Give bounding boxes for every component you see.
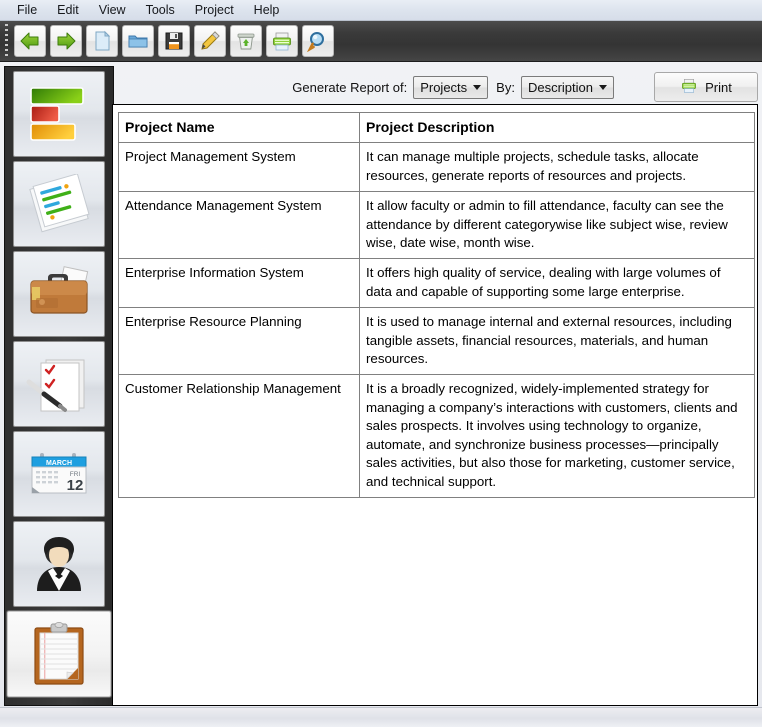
column-header-project-description: Project Description	[359, 111, 755, 144]
toolbar-search-button[interactable]	[302, 25, 334, 57]
report-of-value: Projects	[420, 79, 468, 95]
delete-trash-icon	[235, 30, 257, 52]
chevron-down-icon	[473, 85, 482, 90]
calendar-day-label: 12	[67, 477, 84, 494]
forward-icon	[55, 30, 77, 52]
calendar-month-label: MARCH	[46, 460, 72, 467]
table-row[interactable]: Enterprise Information System It offers …	[118, 258, 755, 309]
cell-project-description: It can manage multiple projects, schedul…	[359, 142, 755, 193]
menu-bar: File Edit View Tools Project Help	[0, 0, 762, 21]
cell-project-name: Customer Relationship Management	[118, 374, 360, 498]
sidebar-item-projects[interactable]	[13, 251, 105, 337]
print-icon	[271, 30, 293, 52]
gantt-chart-document-icon	[25, 174, 93, 234]
bar-chart-icon	[26, 85, 92, 143]
table-header-row: Project Name Project Description	[118, 111, 755, 144]
toolbar-grip[interactable]	[2, 24, 10, 58]
edit-pencil-icon	[199, 30, 221, 52]
toolbar-edit-button[interactable]	[194, 25, 226, 57]
sidebar-item-reports[interactable]	[13, 71, 105, 157]
open-folder-icon	[127, 30, 149, 52]
table-row[interactable]: Attendance Management System It allow fa…	[118, 191, 755, 260]
menu-item-tools[interactable]: Tools	[136, 1, 185, 19]
cell-project-name: Enterprise Resource Planning	[118, 307, 360, 376]
sidebar-item-calendar[interactable]: MARCH FRI 12	[13, 431, 105, 517]
sidebar-item-tasks[interactable]	[13, 341, 105, 427]
report-by-dropdown[interactable]: Description	[520, 75, 614, 99]
table-row[interactable]: Enterprise Resource Planning It is used …	[118, 307, 755, 376]
toolbar-back-button[interactable]	[14, 25, 46, 57]
toolbar-new-button[interactable]	[86, 25, 118, 57]
sidebar: MARCH FRI 12	[4, 66, 114, 706]
report-table: Project Name Project Description Project…	[118, 111, 755, 498]
menu-item-edit[interactable]: Edit	[47, 1, 89, 19]
toolbar-forward-button[interactable]	[50, 25, 82, 57]
menu-item-view[interactable]: View	[89, 1, 136, 19]
print-button-label: Print	[705, 79, 732, 95]
save-floppy-icon	[163, 30, 185, 52]
report-by-label: By:	[496, 79, 515, 95]
search-magnifier-icon	[307, 30, 329, 52]
toolbar-print-button[interactable]	[266, 25, 298, 57]
cell-project-name: Project Management System	[118, 142, 360, 193]
status-bar	[0, 707, 762, 727]
back-icon	[19, 30, 41, 52]
briefcase-icon	[24, 265, 94, 323]
menu-item-project[interactable]: Project	[185, 1, 244, 19]
sidebar-item-users[interactable]	[13, 521, 105, 607]
cell-project-description: It is a broadly recognized, widely-imple…	[359, 374, 755, 498]
generate-report-label: Generate Report of:	[292, 79, 408, 95]
user-person-icon	[28, 533, 90, 595]
cell-project-name: Attendance Management System	[118, 191, 360, 260]
sidebar-item-schedule[interactable]	[13, 161, 105, 247]
toolbar-delete-button[interactable]	[230, 25, 262, 57]
chevron-down-icon	[599, 85, 607, 90]
sidebar-item-report[interactable]	[7, 611, 111, 697]
clipboard-icon	[29, 620, 89, 688]
menu-item-help[interactable]: Help	[244, 1, 290, 19]
application-window: File Edit View Tools Project Help MARCH …	[0, 0, 762, 727]
toolbar-open-button[interactable]	[122, 25, 154, 57]
table-row[interactable]: Project Management System It can manage …	[118, 142, 755, 193]
toolbar	[0, 21, 762, 62]
print-icon	[680, 77, 698, 97]
column-header-project-name: Project Name	[118, 111, 360, 144]
toolbar-save-button[interactable]	[158, 25, 190, 57]
cell-project-name: Enterprise Information System	[118, 258, 360, 309]
cell-project-description: It offers high quality of service, deali…	[359, 258, 755, 309]
report-controls-bar: Generate Report of: Projects By: Descrip…	[116, 68, 758, 106]
new-document-icon	[91, 30, 113, 52]
checklist-pen-icon	[24, 354, 94, 414]
table-row[interactable]: Customer Relationship Management It is a…	[118, 374, 755, 498]
menu-item-file[interactable]: File	[7, 1, 47, 19]
cell-project-description: It allow faculty or admin to fill attend…	[359, 191, 755, 260]
report-by-value: Description	[527, 79, 593, 95]
cell-project-description: It is used to manage internal and extern…	[359, 307, 755, 376]
print-report-button[interactable]: Print	[654, 72, 758, 102]
report-of-dropdown[interactable]: Projects	[413, 75, 489, 99]
report-content-panel: Project Name Project Description Project…	[112, 104, 758, 706]
calendar-icon: MARCH FRI 12	[24, 447, 94, 501]
